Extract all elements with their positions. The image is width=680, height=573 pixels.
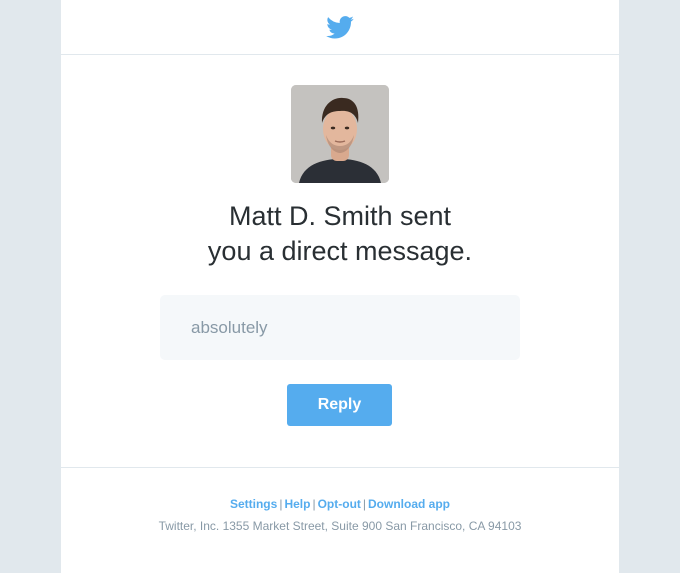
opt-out-link[interactable]: Opt-out bbox=[318, 497, 361, 511]
email-card: Matt D. Smith sent you a direct message.… bbox=[61, 0, 619, 573]
message-text: absolutely bbox=[191, 317, 268, 337]
notification-headline: Matt D. Smith sent you a direct message. bbox=[61, 199, 619, 269]
link-separator: | bbox=[312, 497, 316, 511]
twitter-bird-icon[interactable] bbox=[326, 15, 354, 39]
download-app-link[interactable]: Download app bbox=[368, 497, 450, 511]
sender-avatar[interactable] bbox=[291, 85, 389, 183]
email-header bbox=[61, 0, 619, 55]
help-link[interactable]: Help bbox=[284, 497, 310, 511]
footer-links: Settings | Help | Opt-out | Download app bbox=[61, 497, 619, 511]
settings-link[interactable]: Settings bbox=[230, 497, 277, 511]
footer-divider bbox=[61, 467, 619, 468]
headline-line-1: Matt D. Smith sent bbox=[228, 201, 452, 231]
link-separator: | bbox=[362, 497, 367, 511]
company-address: Twitter, Inc. 1355 Market Street, Suite … bbox=[158, 519, 522, 533]
message-preview: absolutely bbox=[160, 295, 520, 360]
headline-line-2: you a direct message. bbox=[207, 236, 473, 266]
reply-button[interactable]: Reply bbox=[287, 384, 392, 426]
user-avatar-photo bbox=[291, 85, 389, 183]
